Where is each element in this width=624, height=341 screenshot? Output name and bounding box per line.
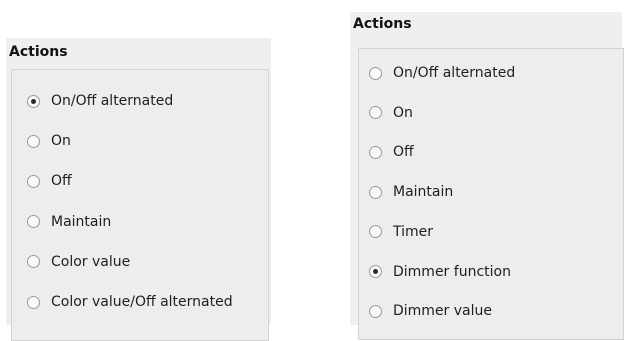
radio-unchecked-icon[interactable] [369,225,382,239]
radio-unchecked-icon[interactable] [369,185,382,199]
radio-unchecked-icon[interactable] [369,145,382,159]
radio-option-label: Color value [51,253,131,270]
radio-option-label: On/Off alternated [51,93,174,109]
radio-option-label: Dimmer value [393,303,493,320]
radio-option-label: Maintain [51,213,112,230]
radio-option-label: Color value/Off alternated [51,294,233,310]
radio-option-label: Maintain [393,184,454,201]
radio-option-dimmer-value[interactable]: Dimmer value [369,301,492,321]
actions-title: Actions [353,16,412,32]
radio-option-label: Dimmer function [393,263,511,280]
radio-option-color-value-off-alternated[interactable]: Color value/Off alternated [27,292,233,312]
radio-unchecked-icon[interactable] [27,174,40,188]
radio-option-off[interactable]: Off [369,142,414,162]
radio-option-on-off-alternated[interactable]: On/Off alternated [27,91,173,111]
radio-option-maintain[interactable]: Maintain [369,182,453,202]
radio-option-on[interactable]: On [27,131,71,151]
radio-option-maintain[interactable]: Maintain [27,212,111,232]
radio-option-timer[interactable]: Timer [369,222,433,242]
radio-unchecked-icon[interactable] [369,106,382,120]
radio-option-label: On [393,104,413,121]
radio-option-label: On [51,133,71,150]
radio-option-off[interactable]: Off [27,171,72,191]
actions-title: Actions [9,44,68,60]
actions-panel-left: Actions On/Off alternated On Off Maintain Co… [6,38,271,341]
radio-option-on-off-alternated[interactable]: On/Off alternated [369,63,515,83]
radio-unchecked-icon[interactable] [27,255,40,269]
radio-option-on[interactable]: On [369,103,413,123]
actions-panel-right: Actions On/Off alternated On Off Maintain Ti… [350,12,624,340]
radio-option-label: Off [393,144,414,161]
radio-unchecked-icon[interactable] [369,304,382,318]
radio-unchecked-icon[interactable] [27,215,40,229]
radio-checked-icon[interactable] [27,94,40,108]
radio-option-label: Timer [393,223,434,240]
radio-checked-icon[interactable] [369,265,382,278]
radio-unchecked-icon[interactable] [27,295,40,309]
radio-option-label: Off [51,173,72,190]
radio-option-label: On/Off alternated [393,65,516,81]
radio-unchecked-icon[interactable] [369,66,382,80]
radio-unchecked-icon[interactable] [27,134,40,148]
radio-option-dimmer-function[interactable]: Dimmer function [369,262,511,282]
radio-option-color-value[interactable]: Color value [27,252,130,272]
